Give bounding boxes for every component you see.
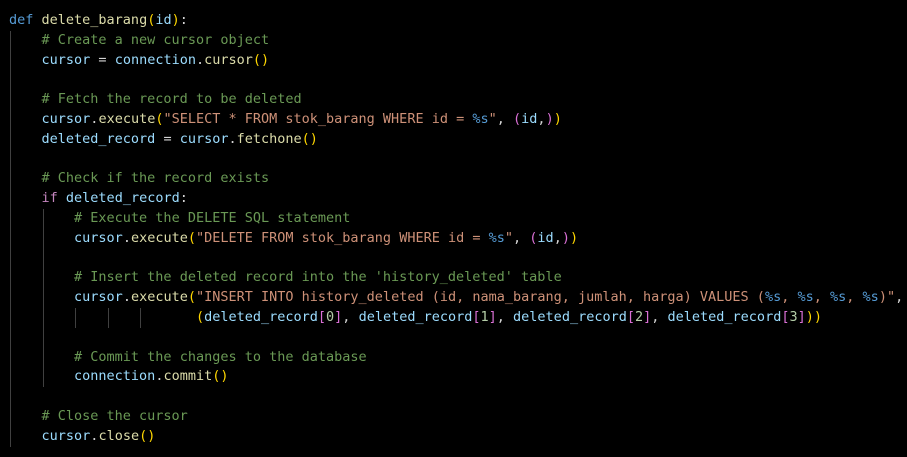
code-token: ( — [252, 51, 262, 68]
code-token: execute — [130, 229, 188, 246]
code-line[interactable]: def delete_barang(id): — [9, 11, 907, 31]
code-token: ) — [805, 308, 814, 325]
code-token: ( — [187, 229, 196, 246]
code-line-empty[interactable] — [9, 70, 907, 90]
code-token: %s — [862, 289, 879, 306]
code-token: # Commit the changes to the database — [74, 348, 367, 365]
code-token: %s — [830, 289, 847, 306]
code-token: ) — [813, 308, 823, 325]
code-token: cursor — [74, 229, 123, 246]
code-token: deleted_record — [358, 308, 473, 325]
code-token: def — [9, 12, 34, 28]
code-token: connection — [74, 368, 156, 385]
code-token: 2 — [634, 308, 644, 325]
code-token: cursor — [74, 289, 123, 306]
code-token: ] — [334, 308, 343, 325]
code-token: ) — [561, 229, 570, 246]
code-line[interactable]: # Insert the deleted record into the 'hi… — [9, 268, 907, 288]
code-line[interactable]: # Fetch the record to be deleted — [9, 90, 907, 110]
code-line-empty[interactable] — [9, 387, 907, 407]
code-token: ( — [139, 427, 148, 444]
code-token: # Fetch the record to be deleted — [41, 91, 302, 108]
code-line-empty[interactable] — [9, 328, 907, 348]
code-token: ) — [147, 427, 156, 444]
code-token: "SELECT * FROM stok_barang WHERE id = %s… — [163, 110, 497, 127]
code-token: delete_barang — [41, 12, 148, 28]
code-token: connection — [114, 51, 196, 68]
code-line[interactable]: # Create a new cursor object — [9, 31, 907, 51]
code-token: ) — [171, 12, 180, 28]
code-token: [ — [626, 308, 635, 325]
code-line[interactable]: cursor = connection.cursor() — [9, 51, 907, 71]
code-token: ] — [643, 308, 652, 325]
code-token: ) — [569, 229, 579, 246]
code-token: ) — [220, 368, 229, 385]
code-line-empty[interactable] — [9, 150, 907, 170]
code-token: id — [521, 110, 538, 127]
code-token: ] — [488, 308, 497, 325]
code-token: ] — [797, 308, 806, 325]
code-token: ( — [195, 308, 205, 325]
code-token: # Insert the deleted record into the 'hi… — [74, 269, 562, 286]
code-token: fetchone — [236, 130, 302, 147]
code-line[interactable]: deleted_record = cursor.fetchone() — [9, 130, 907, 150]
code-token: ( — [187, 289, 196, 306]
code-line[interactable]: cursor.execute("DELETE FROM stok_barang … — [9, 229, 907, 249]
code-token: cursor — [41, 110, 91, 127]
code-line[interactable]: cursor.execute("INSERT INTO history_dele… — [9, 288, 907, 308]
code-token: cursor — [179, 130, 229, 147]
code-token: # Check if the record exists — [41, 170, 270, 187]
code-token: # Execute the DELETE SQL statement — [74, 209, 351, 226]
code-line[interactable]: # Commit the changes to the database — [9, 348, 907, 368]
code-line[interactable]: cursor.close() — [9, 427, 907, 447]
code-token: deleted_record — [41, 130, 156, 147]
code-line[interactable]: # Execute the DELETE SQL statement — [9, 209, 907, 229]
code-line[interactable]: connection.commit() — [9, 367, 907, 387]
code-token: cursor — [204, 51, 253, 68]
code-token: 1 — [480, 308, 489, 325]
code-token: [ — [472, 308, 481, 325]
code-token: cursor — [41, 427, 91, 444]
code-token: if — [41, 190, 58, 207]
code-token: id — [155, 12, 172, 28]
code-token: # Create a new cursor object — [41, 31, 270, 48]
code-token: ( — [513, 110, 522, 127]
code-token: %s — [764, 289, 782, 306]
code-token: ( — [301, 130, 310, 147]
code-line[interactable]: (deleted_record[0], deleted_record[1], d… — [9, 308, 907, 328]
code-token: deleted_record — [667, 308, 782, 325]
code-line[interactable]: if deleted_record: — [9, 189, 907, 209]
code-line[interactable]: # Check if the record exists — [9, 169, 907, 189]
code-token: # Close the cursor — [41, 407, 188, 424]
code-token: deleted_record — [204, 308, 318, 325]
code-token: 3 — [789, 308, 798, 325]
code-token: %s — [488, 229, 505, 246]
code-line[interactable]: cursor.execute("SELECT * FROM stok_baran… — [9, 110, 907, 130]
code-token: ) — [309, 130, 318, 147]
code-token: [ — [317, 308, 327, 325]
code-token: "DELETE FROM stok_barang WHERE id = %s" — [196, 229, 514, 246]
code-token: deleted_record — [513, 308, 627, 325]
code-editor[interactable]: def delete_barang(id): # Create a new cu… — [0, 0, 907, 457]
code-token: execute — [130, 289, 188, 306]
code-token: "INSERT INTO history_deleted (id, nama_b… — [196, 289, 896, 306]
code-token: close — [98, 427, 140, 444]
code-area[interactable]: def delete_barang(id): # Create a new cu… — [9, 11, 907, 447]
code-token: id — [537, 229, 554, 246]
code-token: %s — [797, 289, 814, 306]
code-token: ) — [545, 110, 554, 127]
code-token: 0 — [326, 308, 335, 325]
code-token: cursor — [41, 51, 91, 68]
code-token: ) — [553, 110, 562, 127]
code-token: commit — [163, 368, 213, 385]
code-line[interactable]: # Close the cursor — [9, 407, 907, 427]
code-token: deleted_record — [65, 190, 180, 207]
code-token: ) — [261, 51, 270, 68]
code-line-empty[interactable] — [9, 249, 907, 269]
code-token: %s — [472, 110, 489, 127]
code-token: execute — [98, 110, 156, 127]
